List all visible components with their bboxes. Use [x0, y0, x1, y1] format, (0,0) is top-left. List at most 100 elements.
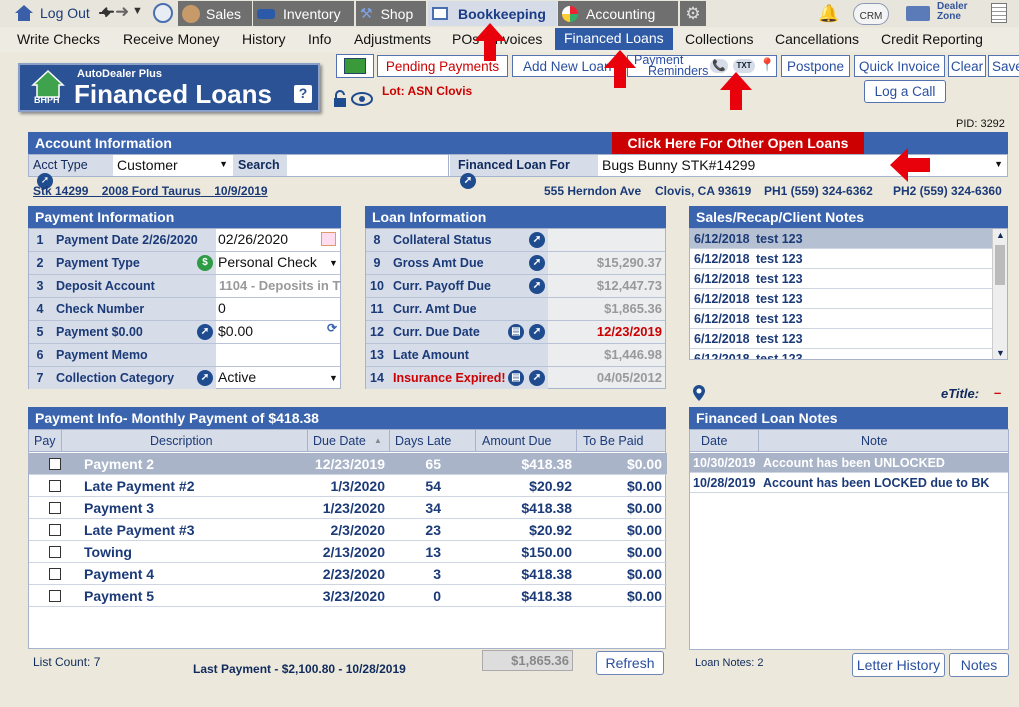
table-row[interactable]: Payment 4 2/23/2020 3 $418.38 $0.00 [29, 563, 667, 585]
scroll-thumb[interactable] [995, 245, 1005, 285]
pay-checkbox[interactable] [49, 480, 61, 492]
notes-button[interactable]: Notes [949, 653, 1009, 677]
home-icon[interactable] [14, 4, 34, 22]
other-open-loans-button[interactable]: Click Here For Other Open Loans [612, 132, 864, 154]
financed-for-select[interactable]: Bugs Bunny STK#14299 ▼ [599, 155, 1007, 176]
table-row[interactable]: Payment 2 12/23/2019 65 $418.38 $0.00 [29, 453, 667, 475]
list-item[interactable]: 6/12/2018 test 123 [690, 329, 992, 349]
due-date-link-icon[interactable]: ➚ [529, 324, 545, 340]
list-item[interactable]: 6/12/2018 test 123 [690, 289, 992, 309]
payment-amount-input[interactable]: $0.00 [218, 323, 253, 339]
pay-checkbox[interactable] [49, 524, 61, 536]
phone-icon[interactable]: 📞 [710, 59, 728, 73]
payment-reminders-button[interactable]: Payment Reminders 📞 TXT 📍 [627, 54, 777, 77]
list-item[interactable]: 6/12/2018 test 123 [690, 249, 992, 269]
list-item[interactable]: 6/12/2018 test 123 [690, 309, 992, 329]
save-button[interactable]: Save [988, 55, 1019, 77]
sales-tab[interactable]: Sales [178, 1, 252, 26]
pay-checkbox[interactable] [49, 458, 61, 470]
collection-category-select[interactable]: Active [218, 369, 256, 385]
acct-type-select[interactable]: Customer ▼ [114, 155, 232, 176]
chevron-down-icon[interactable]: ▼ [329, 373, 338, 383]
check-number-input[interactable]: 0 [218, 300, 226, 316]
col-to-be-paid[interactable]: To Be Paid [583, 434, 643, 448]
bell-icon[interactable]: 🔔 [818, 4, 839, 24]
payment-type-select[interactable]: Personal Check [218, 254, 317, 270]
calendar-icon[interactable] [321, 232, 336, 246]
scroll-up-arrow[interactable]: ▲ [996, 230, 1005, 240]
subnav-cancellations[interactable]: Cancellations [775, 31, 859, 47]
table-row[interactable]: 10/28/2019 Account has been LOCKED due t… [690, 473, 1008, 493]
inventory-tab[interactable]: Inventory [253, 1, 354, 26]
accounting-tab[interactable]: Accounting [558, 1, 678, 26]
eye-icon[interactable] [351, 92, 373, 106]
table-row[interactable]: Late Payment #3 2/3/2020 23 $20.92 $0.00 [29, 519, 667, 541]
col-pay[interactable]: Pay [34, 434, 56, 448]
print-icon[interactable]: ▤ [508, 370, 524, 386]
refresh-button[interactable]: Refresh [596, 651, 664, 675]
dealer-zone-label[interactable]: Dealer Zone [937, 2, 968, 22]
col-amount-due[interactable]: Amount Due [482, 434, 551, 448]
collection-category-link-icon[interactable]: ➚ [197, 370, 213, 386]
back-arrow-icon[interactable]: ➜ [99, 2, 115, 22]
subnav-adjustments[interactable]: Adjustments [354, 31, 431, 47]
location-pin-icon[interactable] [693, 385, 705, 401]
crm-icon[interactable]: CRM [853, 3, 889, 25]
subnav-history[interactable]: History [242, 31, 286, 47]
table-row[interactable]: Towing 2/13/2020 13 $150.00 $0.00 [29, 541, 667, 563]
spreadsheet-button[interactable] [336, 54, 374, 78]
table-row[interactable]: Late Payment #2 1/3/2020 54 $20.92 $0.00 [29, 475, 667, 497]
list-item[interactable]: 6/12/2018 test 123 [690, 349, 992, 359]
chevron-down-icon[interactable]: ▼ [329, 258, 338, 268]
refresh-icon[interactable]: ⟳ [327, 321, 337, 335]
gross-amt-link-icon[interactable]: ➚ [529, 255, 545, 271]
pay-checkbox[interactable] [49, 590, 61, 602]
scrollbar[interactable]: ▲ ▼ [992, 229, 1007, 359]
quick-invoice-button[interactable]: Quick Invoice [854, 55, 945, 77]
pay-checkbox[interactable] [49, 502, 61, 514]
col-days-late[interactable]: Days Late [395, 434, 451, 448]
payment-amount-link-icon[interactable]: ➚ [197, 324, 213, 340]
payoff-link-icon[interactable]: ➚ [529, 278, 545, 294]
col-note[interactable]: Note [861, 434, 887, 448]
payment-date-input[interactable]: 02/26/2020 [218, 231, 288, 247]
subnav-financed-loans[interactable]: Financed Loans [555, 28, 673, 50]
postpone-button[interactable]: Postpone [781, 55, 850, 77]
table-row[interactable]: Payment 3 1/23/2020 34 $418.38 $0.00 [29, 497, 667, 519]
log-a-call-button[interactable]: Log a Call [864, 80, 946, 103]
letter-history-button[interactable]: Letter History [852, 653, 945, 677]
list-item[interactable]: 6/12/2018 test 123 [690, 269, 992, 289]
shop-tab[interactable]: ⚒ Shop [356, 1, 426, 26]
subnav-info[interactable]: Info [308, 31, 331, 47]
map-pin-icon[interactable]: 📍 [759, 57, 775, 73]
table-row[interactable]: 10/30/2019 Account has been UNLOCKED [690, 453, 1008, 473]
pay-checkbox[interactable] [49, 546, 61, 558]
dollar-icon[interactable]: $ [197, 255, 213, 271]
txt-icon[interactable]: TXT [733, 59, 755, 73]
insurance-link-icon[interactable]: ➚ [529, 370, 545, 386]
subnav-credit-reporting[interactable]: Credit Reporting [881, 31, 983, 47]
financed-for-link-icon[interactable]: ➚ [460, 173, 476, 189]
payment-memo-input[interactable] [218, 344, 338, 366]
col-description[interactable]: Description [150, 434, 213, 448]
logout-link[interactable]: Log Out [40, 5, 90, 21]
list-item[interactable]: 6/12/2018 test 123 [690, 229, 992, 249]
forward-arrow-icon[interactable]: ➜ [115, 2, 129, 22]
help-icon[interactable]: ? [294, 85, 312, 103]
subnav-receive-money[interactable]: Receive Money [123, 31, 220, 47]
subnav-write-checks[interactable]: Write Checks [17, 31, 100, 47]
user-face-icon[interactable] [153, 3, 173, 23]
settings-tab[interactable]: ⚙ [680, 1, 706, 26]
calculator-icon[interactable] [991, 3, 1007, 23]
pay-checkbox[interactable] [49, 568, 61, 580]
vehicle-summary-link[interactable]: Stk 14299 2008 Ford Taurus 10/9/2019 [33, 184, 268, 198]
scroll-down-arrow[interactable]: ▼ [996, 348, 1005, 358]
col-date[interactable]: Date [701, 434, 727, 448]
search-input[interactable] [288, 155, 449, 176]
print-icon[interactable]: ▤ [508, 324, 524, 340]
unlock-icon[interactable] [333, 90, 347, 108]
col-due-date[interactable]: Due Date [313, 434, 366, 448]
chevron-down-icon[interactable]: ▼ [132, 5, 143, 17]
table-row[interactable]: Payment 5 3/23/2020 0 $418.38 $0.00 [29, 585, 667, 607]
dealer-zone-icon[interactable] [906, 6, 930, 21]
